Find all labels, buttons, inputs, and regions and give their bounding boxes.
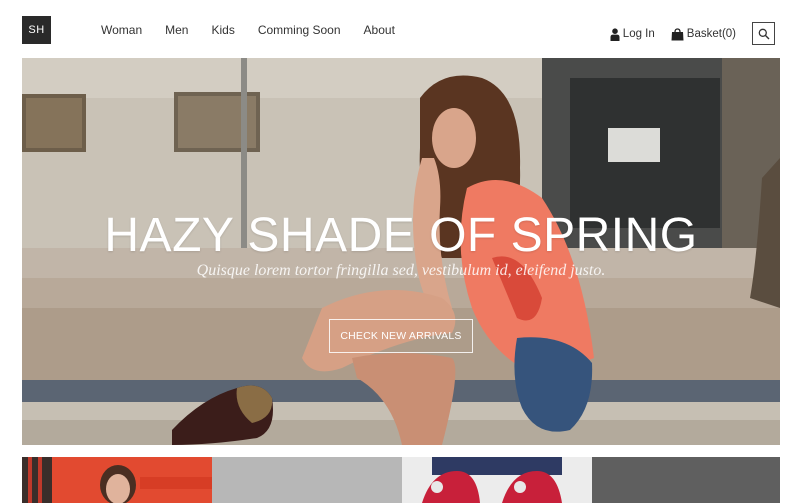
thumbnail-4-image [592,457,780,503]
hero-subtitle: Quisque lorem tortor fringilla sed, vest… [196,262,606,279]
thumbnail-2-image [212,457,402,503]
search-icon [758,28,769,39]
thumbnail-1-image [22,457,212,503]
nav-item-kids[interactable]: Kids [211,22,234,38]
nav-item-coming-soon[interactable]: Comming Soon [258,22,341,38]
hero-banner: HAZY SHADE OF SPRING Quisque lorem torto… [22,58,780,445]
main-nav: Woman Men Kids Comming Soon About [101,22,395,38]
thumbnail-2[interactable] [212,457,402,503]
basket-label: Basket(0) [686,28,736,40]
thumbnail-1[interactable] [22,457,212,503]
site-header: SH Woman Men Kids Comming Soon About Log… [0,0,800,58]
nav-item-men[interactable]: Men [165,22,188,38]
nav-item-woman[interactable]: Woman [101,22,142,38]
nav-item-about[interactable]: About [364,22,395,38]
search-button[interactable] [752,22,775,45]
thumbnail-3[interactable] [402,457,592,503]
user-icon [610,27,620,41]
hero-title: HAZY SHADE OF SPRING [104,209,698,262]
product-thumbnails [22,457,780,503]
login-link[interactable]: Log In [610,27,655,41]
thumbnail-4[interactable] [592,457,780,503]
basket-link[interactable]: Basket(0) [671,27,736,41]
user-area: Log In Basket(0) [610,22,775,45]
login-label: Log In [622,28,655,40]
site-logo[interactable]: SH [22,16,51,44]
shopping-bag-icon [671,27,684,40]
thumbnail-3-image [402,457,592,503]
check-new-arrivals-button[interactable]: CHECK NEW ARRIVALS [329,319,473,353]
